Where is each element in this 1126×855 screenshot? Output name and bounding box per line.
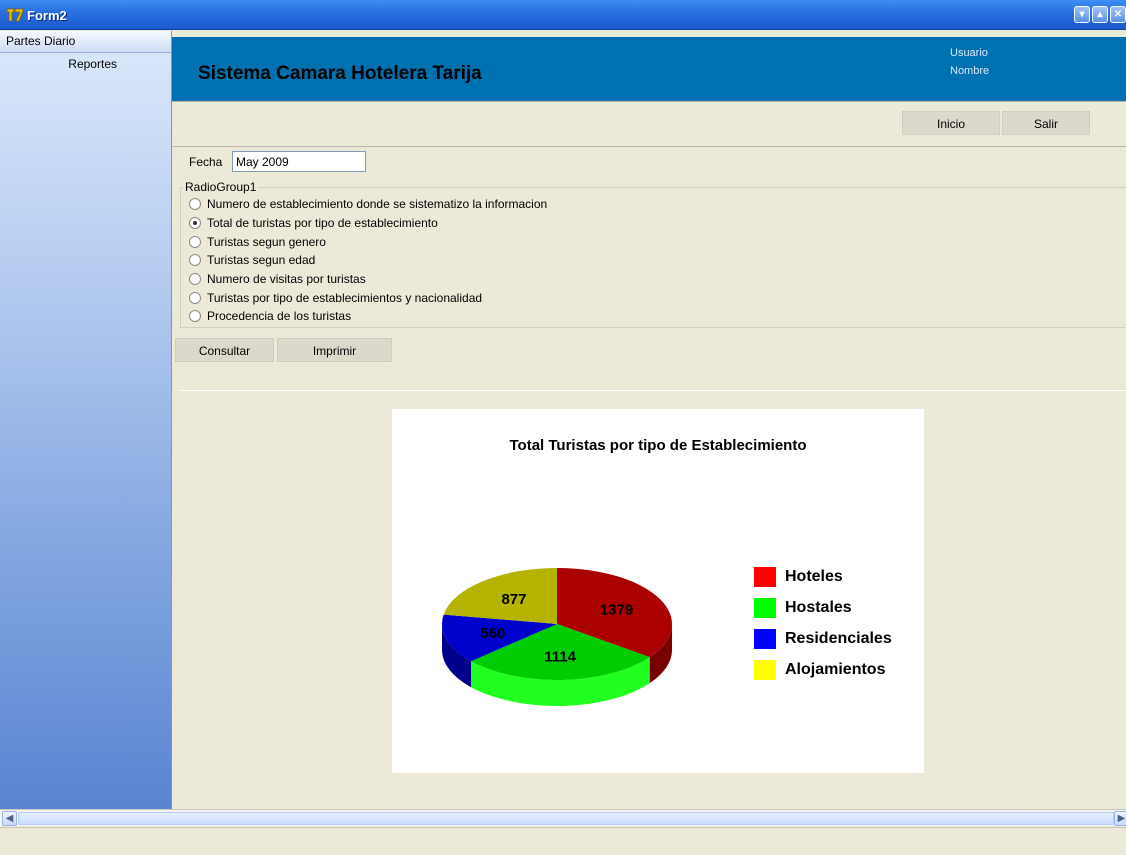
chart-legend: Hoteles Hostales Residenciales Alojamien… <box>754 561 892 685</box>
maximize-icon[interactable]: ▴ <box>1092 6 1108 23</box>
legend-item: Hoteles <box>754 561 892 592</box>
legend-item: Hostales <box>754 592 892 623</box>
radio-label: Turistas segun genero <box>207 235 326 249</box>
legend-label: Hoteles <box>785 567 843 585</box>
legend-label: Hostales <box>785 598 852 616</box>
radio-label: Numero de visitas por turistas <box>207 272 366 286</box>
sidebar-item-reportes[interactable]: Reportes <box>0 53 171 75</box>
horizontal-scrollbar[interactable]: ◀ ▶ <box>0 809 1126 826</box>
scroll-left-icon[interactable]: ◀ <box>2 811 17 826</box>
fecha-label: Fecha <box>189 155 223 169</box>
sidebar: Partes Diario Reportes <box>0 31 172 809</box>
user-label: Usuario <box>950 47 988 59</box>
legend-swatch <box>754 566 776 587</box>
radio-option[interactable]: Numero de establecimiento donde se siste… <box>189 196 547 212</box>
minimize-icon[interactable]: ▾ <box>1074 6 1090 23</box>
sidebar-header[interactable]: Partes Diario <box>0 31 171 53</box>
radio-option[interactable]: Total de turistas por tipo de establecim… <box>189 215 438 231</box>
radio-button[interactable] <box>189 310 201 322</box>
pie-value-label: 1379 <box>600 601 633 618</box>
chart-title: Total Turistas por tipo de Establecimien… <box>509 437 807 454</box>
imprimir-button[interactable]: Imprimir <box>277 338 392 362</box>
status-bar <box>0 827 1126 855</box>
close-icon[interactable]: ✕ <box>1110 6 1126 23</box>
legend-item: Alojamientos <box>754 654 892 685</box>
radio-label: Turistas por tipo de establecimientos y … <box>207 291 483 305</box>
legend-label: Alojamientos <box>785 660 886 678</box>
app-icon <box>6 8 24 22</box>
chart-panel: Total Turistas por tipo de Establecimien… <box>392 409 924 773</box>
name-label: Nombre <box>950 65 990 77</box>
pie-value-label: 560 <box>480 625 505 642</box>
radio-option[interactable]: Procedencia de los turistas <box>189 308 351 324</box>
radio-button[interactable] <box>189 292 201 304</box>
legend-label: Residenciales <box>785 629 892 647</box>
divider <box>180 390 1126 391</box>
fecha-input[interactable] <box>232 151 366 172</box>
radio-button[interactable] <box>189 198 201 210</box>
radio-button[interactable] <box>189 236 201 248</box>
radio-group-legend: RadioGroup1 <box>183 180 259 194</box>
header-banner: Sistema Camara Hotelera Tarija Usuario N… <box>172 37 1126 101</box>
pie-chart: 1379 1114 560 877 <box>442 568 672 706</box>
pie-slice-alojamientos <box>443 568 557 624</box>
radio-option[interactable]: Turistas por tipo de establecimientos y … <box>189 290 482 306</box>
pie-value-label: 1114 <box>544 648 576 665</box>
consultar-button[interactable]: Consultar <box>175 338 274 362</box>
radio-option[interactable]: Turistas segun genero <box>189 234 326 250</box>
radio-button-checked[interactable] <box>189 217 201 229</box>
page-title: Sistema Camara Hotelera Tarija <box>198 63 482 84</box>
legend-item: Residenciales <box>754 623 892 654</box>
legend-swatch <box>754 597 776 618</box>
radio-label: Numero de establecimiento donde se siste… <box>207 197 548 211</box>
radio-button[interactable] <box>189 273 201 285</box>
toolbar: Inicio Salir <box>172 101 1126 147</box>
pie-value-label: 877 <box>501 591 526 608</box>
radio-option[interactable]: Numero de visitas por turistas <box>189 271 366 287</box>
title-bar: Form2 ▾ ▴ ✕ <box>0 0 1126 30</box>
report-radio-group: RadioGroup1 Numero de establecimiento do… <box>180 180 1126 328</box>
radio-option[interactable]: Turistas segun edad <box>189 252 315 268</box>
window-title: Form2 <box>27 8 67 23</box>
radio-button[interactable] <box>189 254 201 266</box>
legend-swatch <box>754 659 776 680</box>
inicio-button[interactable]: Inicio <box>902 111 1000 135</box>
salir-button[interactable]: Salir <box>1002 111 1090 135</box>
radio-label: Procedencia de los turistas <box>207 309 352 323</box>
radio-label: Turistas segun edad <box>207 253 316 267</box>
scroll-track[interactable] <box>18 812 1114 825</box>
scroll-right-icon[interactable]: ▶ <box>1114 811 1126 826</box>
radio-label: Total de turistas por tipo de establecim… <box>207 216 438 230</box>
legend-swatch <box>754 628 776 649</box>
